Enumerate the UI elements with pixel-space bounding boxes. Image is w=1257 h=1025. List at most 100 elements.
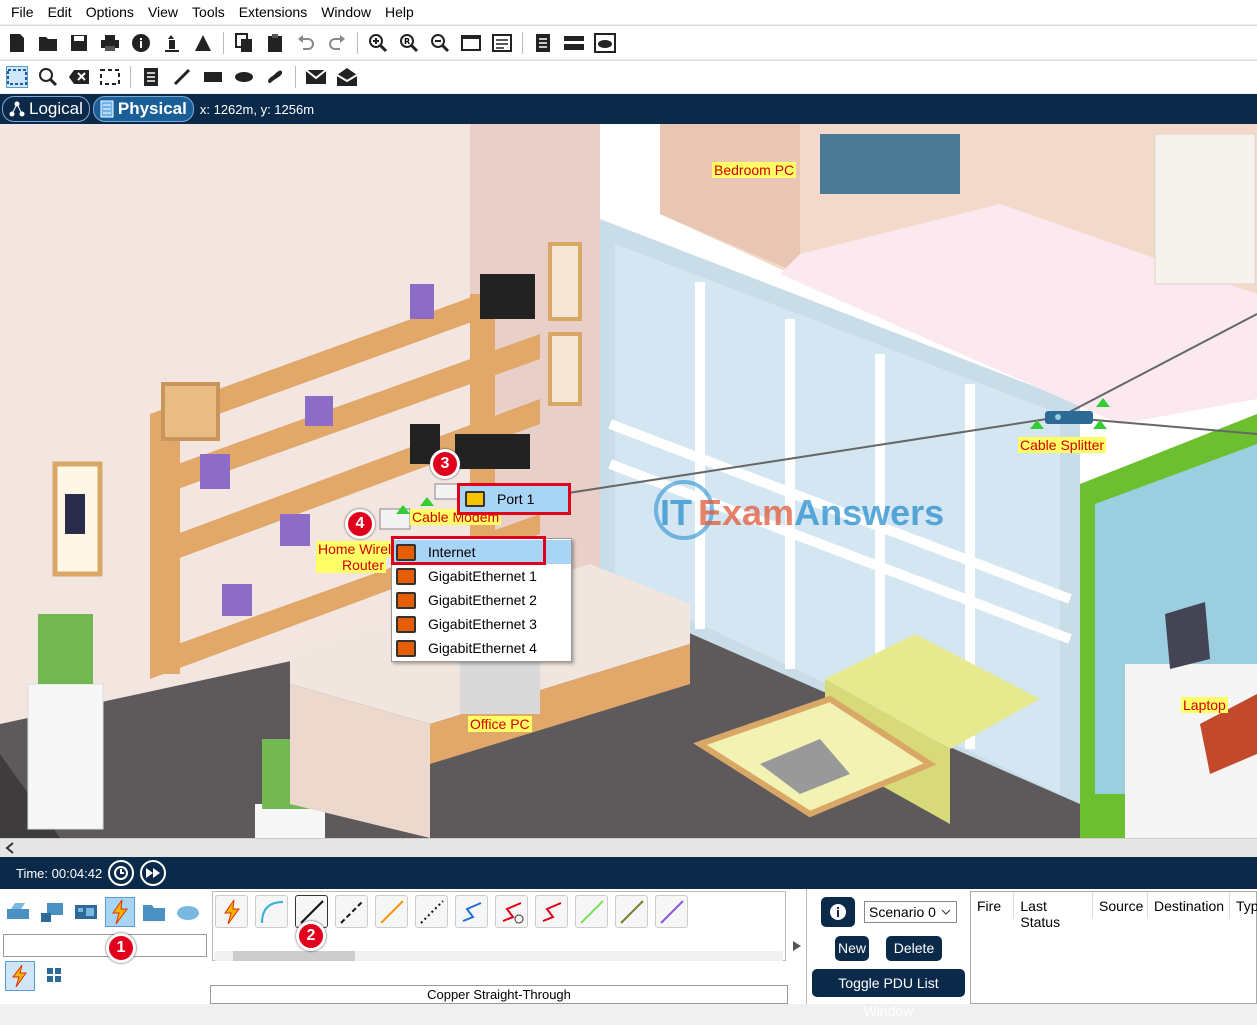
connections-icon[interactable] bbox=[105, 897, 135, 927]
scroll-left-icon[interactable] bbox=[5, 842, 15, 854]
drawing-palette-icon[interactable] bbox=[460, 32, 482, 54]
menu-tools[interactable]: Tools bbox=[185, 4, 232, 20]
toolbar-separator bbox=[130, 66, 131, 88]
menu-view[interactable]: View bbox=[141, 4, 185, 20]
draw-rectangle-icon[interactable] bbox=[202, 66, 224, 88]
column-type[interactable]: Typ bbox=[1230, 892, 1257, 918]
menu-item-gigabit-1[interactable]: GigabitEthernet 1 bbox=[392, 564, 571, 588]
end-devices-icon[interactable] bbox=[37, 897, 67, 927]
iot-custom-cable-icon[interactable] bbox=[615, 895, 648, 928]
menu-file[interactable]: File bbox=[4, 4, 41, 20]
undo-icon[interactable] bbox=[295, 32, 317, 54]
device-search-input[interactable] bbox=[3, 934, 207, 957]
phone-cable-icon[interactable] bbox=[415, 895, 448, 928]
coaxial-cable-icon[interactable] bbox=[455, 895, 488, 928]
new-file-icon[interactable] bbox=[6, 32, 28, 54]
menu-item-gigabit-3[interactable]: GigabitEthernet 3 bbox=[392, 612, 571, 636]
menu-extensions[interactable]: Extensions bbox=[232, 4, 314, 20]
label-laptop[interactable]: Laptop bbox=[1181, 697, 1228, 713]
chevron-down-icon bbox=[941, 909, 951, 915]
fast-forward-button[interactable] bbox=[140, 860, 167, 886]
canvas-horizontal-scrollbar[interactable] bbox=[0, 838, 1257, 857]
logical-topology-icon bbox=[9, 101, 25, 117]
physical-workspace-canvas[interactable]: Bedroom PC Cable Splitter Cable Modem Ho… bbox=[0, 124, 1257, 838]
inspect-icon[interactable] bbox=[37, 66, 59, 88]
draw-freeform-icon[interactable] bbox=[264, 66, 286, 88]
new-scenario-button[interactable]: New bbox=[835, 936, 869, 961]
watermark-it: IT bbox=[660, 492, 692, 533]
scenario-select[interactable]: Scenario 0 bbox=[864, 901, 957, 923]
octal-cable-icon[interactable] bbox=[575, 895, 608, 928]
open-folder-icon[interactable] bbox=[37, 32, 59, 54]
serial-dte-cable-icon[interactable] bbox=[535, 895, 568, 928]
tab-logical[interactable]: Logical bbox=[2, 96, 90, 122]
select-icon[interactable] bbox=[6, 66, 28, 88]
power-cycle-button[interactable] bbox=[108, 860, 135, 886]
add-simple-pdu-icon[interactable] bbox=[305, 66, 327, 88]
selected-connection-icon[interactable] bbox=[5, 961, 35, 991]
edit-toolbar bbox=[0, 60, 1257, 93]
draw-ellipse-icon[interactable] bbox=[233, 66, 255, 88]
console-cable-icon[interactable] bbox=[255, 895, 288, 928]
multiuser-connection-icon[interactable] bbox=[173, 897, 203, 927]
cloud-device-icon[interactable] bbox=[594, 32, 616, 54]
watermark: IT ExamAnswers bbox=[660, 492, 944, 534]
zoom-reset-icon[interactable]: R bbox=[398, 32, 420, 54]
print-icon[interactable] bbox=[99, 32, 121, 54]
crossover-cable-icon[interactable] bbox=[335, 895, 368, 928]
delete-scenario-button[interactable]: Delete bbox=[886, 936, 942, 961]
scenario-select-value: Scenario 0 bbox=[869, 904, 936, 920]
scenario-info-button[interactable] bbox=[821, 897, 855, 927]
paste-icon[interactable] bbox=[264, 32, 286, 54]
draw-line-icon[interactable] bbox=[171, 66, 193, 88]
auto-connect-cable-icon[interactable] bbox=[215, 895, 248, 928]
device-template-icon[interactable] bbox=[563, 32, 585, 54]
zoom-in-icon[interactable] bbox=[367, 32, 389, 54]
info-icon bbox=[830, 904, 846, 920]
redo-icon[interactable] bbox=[326, 32, 348, 54]
miscellaneous-icon[interactable] bbox=[139, 897, 169, 927]
save-icon[interactable] bbox=[68, 32, 90, 54]
toggle-pdu-list-button[interactable]: Toggle PDU List Window bbox=[812, 969, 965, 1019]
resize-shape-icon[interactable] bbox=[99, 66, 121, 88]
network-info-icon[interactable] bbox=[192, 32, 214, 54]
collapse-panel-icon[interactable] bbox=[792, 940, 802, 952]
cable-palette-scroll-thumb[interactable] bbox=[233, 951, 355, 961]
custom-device-icon[interactable] bbox=[491, 32, 513, 54]
menu-window[interactable]: Window bbox=[314, 4, 378, 20]
network-devices-icon[interactable] bbox=[3, 897, 33, 927]
column-last-status[interactable]: Last Status bbox=[1014, 892, 1093, 930]
menu-edit[interactable]: Edit bbox=[41, 4, 79, 20]
fiber-cable-icon[interactable] bbox=[375, 895, 408, 928]
label-home-router-line2[interactable]: Router bbox=[316, 557, 386, 573]
tab-physical[interactable]: Physical bbox=[92, 96, 194, 122]
copy-icon[interactable] bbox=[233, 32, 255, 54]
cable-palette-scrollbar[interactable] bbox=[215, 951, 783, 961]
add-complex-pdu-icon[interactable] bbox=[336, 66, 358, 88]
label-bedroom-pc[interactable]: Bedroom PC bbox=[712, 162, 797, 178]
delete-icon[interactable] bbox=[68, 66, 90, 88]
label-cable-splitter[interactable]: Cable Splitter bbox=[1018, 437, 1107, 453]
label-office-pc[interactable]: Office PC bbox=[468, 716, 532, 732]
grid-view-icon[interactable] bbox=[46, 967, 62, 986]
wizard-icon[interactable] bbox=[161, 32, 183, 54]
toolbar-separator bbox=[223, 31, 224, 54]
components-icon[interactable] bbox=[71, 897, 101, 927]
column-source[interactable]: Source bbox=[1093, 892, 1148, 918]
menu-options[interactable]: Options bbox=[79, 4, 141, 20]
zoom-out-icon[interactable] bbox=[429, 32, 451, 54]
serial-dce-cable-icon[interactable] bbox=[495, 895, 528, 928]
column-destination[interactable]: Destination bbox=[1148, 892, 1230, 918]
tab-physical-label: Physical bbox=[117, 99, 187, 118]
tab-logical-label: Logical bbox=[29, 99, 83, 118]
usb-cable-icon[interactable] bbox=[655, 895, 688, 928]
menu-item-gigabit-4[interactable]: GigabitEthernet 4 bbox=[392, 636, 571, 660]
place-note-icon[interactable] bbox=[140, 66, 162, 88]
menu-help[interactable]: Help bbox=[378, 4, 421, 20]
column-fire[interactable]: Fire bbox=[971, 892, 1015, 918]
port-icon bbox=[396, 567, 416, 585]
info-icon[interactable] bbox=[130, 32, 152, 54]
menu-item-gigabit-2[interactable]: GigabitEthernet 2 bbox=[392, 588, 571, 612]
view-command-log-icon[interactable] bbox=[532, 32, 554, 54]
label-home-router-line1[interactable]: Home Wirele bbox=[316, 541, 399, 557]
